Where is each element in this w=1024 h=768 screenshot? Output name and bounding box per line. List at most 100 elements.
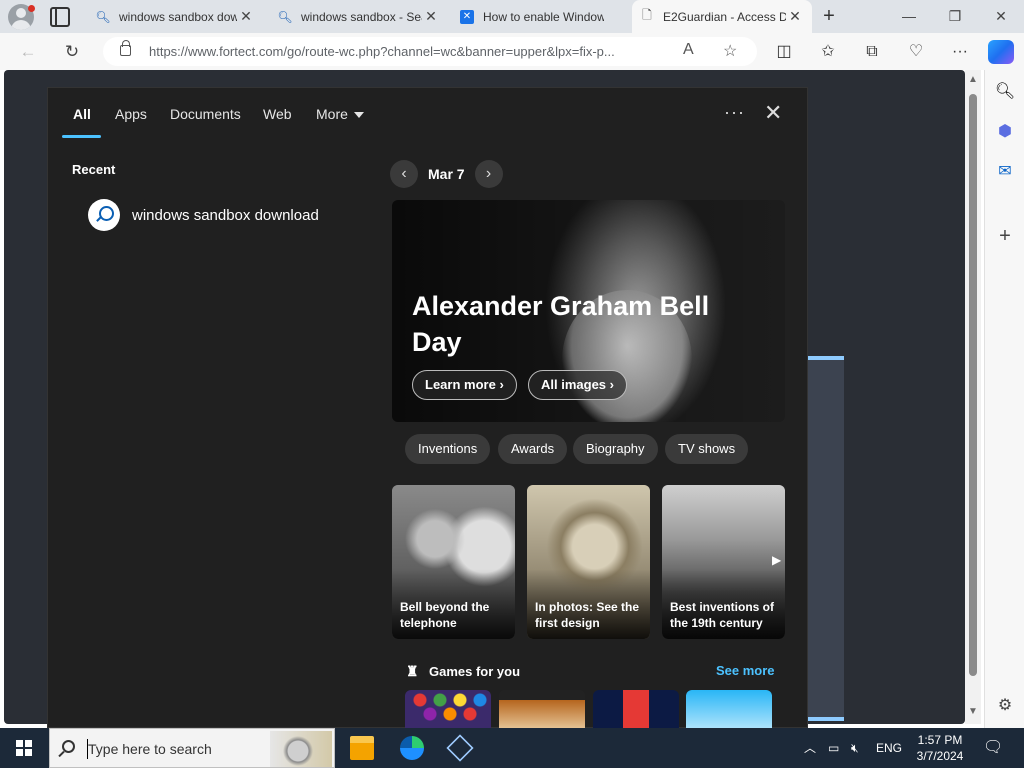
article-card[interactable]: In photos: See the first design xyxy=(527,485,650,639)
split-screen-icon[interactable]: ◫ xyxy=(772,40,796,64)
taskbar-search-box[interactable]: Type here to search xyxy=(49,728,335,768)
more-options-icon[interactable]: ··· xyxy=(948,40,972,64)
refresh-icon[interactable]: ↻ xyxy=(60,40,84,64)
taskbar-clock[interactable]: 1:57 PM 3/7/2024 xyxy=(912,732,968,764)
restore-button[interactable]: ❐ xyxy=(932,0,978,33)
language-indicator[interactable]: ENG xyxy=(876,728,902,768)
close-tab-icon[interactable]: ✕ xyxy=(422,8,440,25)
file-explorer-icon[interactable] xyxy=(350,736,374,760)
chip-awards[interactable]: Awards xyxy=(498,434,568,464)
tab-windows-sandbox-download[interactable]: 🔍︎ windows sandbox download - Se ✕ xyxy=(88,0,263,33)
profile-notification-dot xyxy=(28,5,35,12)
chip-tv-shows[interactable]: TV shows xyxy=(665,434,749,464)
show-hidden-icons-chevron-up-icon[interactable]: ︿ xyxy=(804,728,816,768)
selected-tab-indicator xyxy=(62,135,101,138)
taskbar-search-placeholder: Type here to search xyxy=(88,741,212,757)
games-label: Games for you xyxy=(429,663,521,679)
chip-inventions[interactable]: Inventions xyxy=(405,434,491,464)
windows-taskbar: Type here to search ︿ ▭ 🔇︎ ENG 1:57 PM 3… xyxy=(0,728,1024,768)
windows-logo-icon xyxy=(16,740,32,756)
chevron-right-icon: › xyxy=(499,377,504,392)
url-text[interactable]: https://www.fortect.com/go/route-wc.php?… xyxy=(149,44,669,59)
tab-more[interactable]: More xyxy=(316,106,364,122)
article-card[interactable]: Bell beyond the telephone xyxy=(392,485,515,639)
search-highlight-image xyxy=(270,731,332,767)
clock-time: 1:57 PM xyxy=(917,733,963,747)
tab-title: E2Guardian - Access Denied xyxy=(663,9,786,24)
chip-biography[interactable]: Biography xyxy=(573,434,658,464)
address-bar-row: ← ↻ https://www.fortect.com/go/route-wc.… xyxy=(0,33,1024,70)
edge-browser-icon[interactable] xyxy=(400,736,424,760)
back-arrow-icon[interactable]: ← xyxy=(16,40,40,64)
blue-x-icon: ✕ xyxy=(460,9,474,24)
search-icon[interactable]: 🔍︎ xyxy=(993,80,1017,104)
lock-icon[interactable] xyxy=(120,40,131,56)
see-more-link[interactable]: See more xyxy=(716,663,775,678)
settings-gear-icon[interactable]: ⚙ xyxy=(993,694,1017,718)
read-aloud-icon[interactable]: A xyxy=(683,41,694,59)
tab-documents[interactable]: Documents xyxy=(170,106,241,122)
all-images-button[interactable]: All images › xyxy=(528,370,627,400)
favorites-icon[interactable]: ✩ xyxy=(816,40,840,64)
article-caption: In photos: See the first design xyxy=(535,600,640,630)
game-tile[interactable] xyxy=(499,690,585,730)
notifications-icon[interactable]: 🗨︎ xyxy=(983,728,1003,768)
chess-piece-icon: ♜ xyxy=(406,663,419,679)
all-images-label: All images xyxy=(541,377,607,392)
tab-windows-sandbox[interactable]: 🔍︎ windows sandbox - Search ✕ xyxy=(270,0,448,33)
copilot-sidebar-icon[interactable]: ⬢ xyxy=(993,120,1017,144)
learn-more-button[interactable]: Learn more › xyxy=(412,370,517,400)
scroll-up-arrow-icon[interactable]: ▲ xyxy=(968,74,978,85)
add-icon[interactable]: + xyxy=(993,224,1017,248)
tab-title: windows sandbox - Search xyxy=(301,9,422,24)
search-scope-tabs: All Apps Documents Web More ··· ✕ xyxy=(48,88,808,140)
more-options-icon[interactable]: ··· xyxy=(724,102,745,123)
tab-how-to-enable-sandbox[interactable]: ✕ How to enable Windows Sandbox xyxy=(452,0,630,33)
games-heading: ♜ Games for you xyxy=(406,663,520,679)
collections-icon[interactable]: ⧉ xyxy=(860,40,884,64)
chevron-down-icon xyxy=(353,112,364,119)
recent-search-item[interactable]: windows sandbox download xyxy=(88,199,319,231)
tab-apps[interactable]: Apps xyxy=(115,106,147,122)
tab-all[interactable]: All xyxy=(73,106,91,122)
highlight-hero-card[interactable]: Alexander Graham Bell Day Learn more › A… xyxy=(392,200,785,422)
network-icon[interactable]: ▭ xyxy=(828,728,839,768)
tab-web[interactable]: Web xyxy=(263,106,292,122)
page-scrollbar[interactable]: ▲ ▼ xyxy=(965,70,981,724)
tab-title: How to enable Windows Sandbox xyxy=(483,9,604,24)
carousel-next-arrow-icon[interactable]: ▶ xyxy=(772,553,781,567)
date-label: Mar 7 xyxy=(428,166,465,182)
copilot-icon[interactable] xyxy=(988,40,1014,64)
article-caption: Bell beyond the telephone xyxy=(400,600,490,630)
scrollbar-thumb[interactable] xyxy=(969,94,977,676)
minimize-button[interactable]: — xyxy=(886,0,932,33)
address-bar[interactable]: https://www.fortect.com/go/route-wc.php?… xyxy=(103,37,757,66)
chevron-right-icon: › xyxy=(609,377,614,392)
tab-actions-menu-icon[interactable] xyxy=(50,7,70,27)
volume-muted-icon[interactable]: 🔇︎ xyxy=(851,728,859,768)
close-icon[interactable]: ✕ xyxy=(764,100,782,126)
previous-day-chevron-left-icon[interactable]: ‹ xyxy=(390,160,418,188)
edge-sidebar: 🔍︎ ⬢ ✉ + ⚙ xyxy=(984,70,1024,728)
game-tile[interactable] xyxy=(686,690,772,730)
scroll-down-arrow-icon[interactable]: ▼ xyxy=(968,706,978,717)
close-tab-icon[interactable]: ✕ xyxy=(786,8,804,25)
sandbox-app-icon[interactable] xyxy=(446,734,474,762)
tab-title: windows sandbox download - Se xyxy=(119,9,237,24)
tab-more-label: More xyxy=(316,106,348,122)
close-window-button[interactable]: ✕ xyxy=(978,0,1024,33)
browser-essentials-icon[interactable]: ♡ xyxy=(904,40,928,64)
page-icon: 🗋 xyxy=(642,8,652,22)
next-day-chevron-right-icon[interactable]: › xyxy=(474,160,503,188)
game-tile[interactable] xyxy=(593,690,679,730)
close-tab-icon[interactable]: ✕ xyxy=(237,8,255,25)
article-caption: Best inventions of the 19th century xyxy=(670,600,775,630)
tab-e2guardian[interactable]: 🗋 E2Guardian - Access Denied ✕ xyxy=(632,0,812,33)
new-tab-button[interactable]: + xyxy=(818,5,840,27)
game-tile[interactable] xyxy=(405,690,491,730)
article-card[interactable]: Best inventions of the 19th century xyxy=(662,485,785,639)
search-icon: 🔍︎ xyxy=(277,9,293,24)
outlook-icon[interactable]: ✉ xyxy=(993,160,1017,184)
favorite-star-icon[interactable]: ☆ xyxy=(723,41,737,61)
start-button[interactable] xyxy=(0,728,48,768)
